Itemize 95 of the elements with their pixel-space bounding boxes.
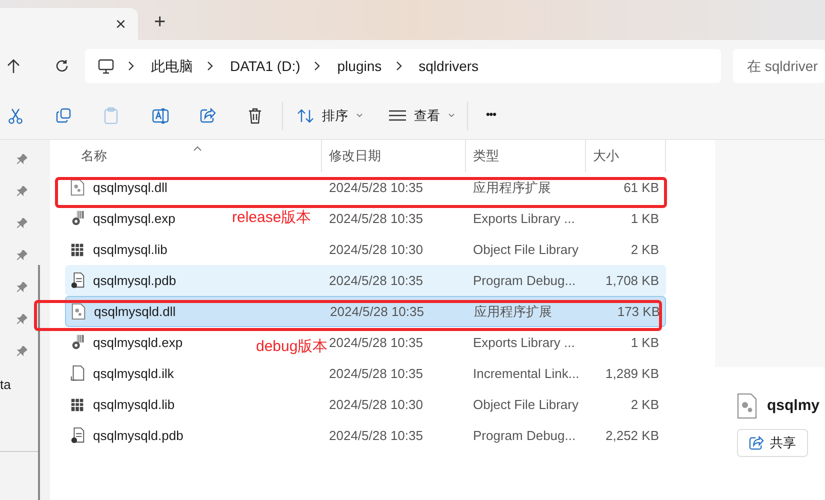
file-type: Exports Library ... bbox=[473, 334, 575, 350]
file-name: qsqlmysqld.pdb bbox=[93, 426, 184, 445]
modified-date: 2024/5/28 10:35 bbox=[329, 272, 423, 288]
chevron-icon bbox=[396, 61, 402, 71]
document-icon bbox=[70, 272, 85, 289]
file-name: qsqlmysql.dll bbox=[93, 178, 168, 197]
modified-date: 2024/5/28 10:35 bbox=[329, 366, 423, 381]
address-bar[interactable]: 此电脑 DATA1 (D:) plugins sqldrivers bbox=[85, 49, 721, 83]
view-button[interactable]: 查看 bbox=[389, 106, 455, 126]
file-type: Exports Library ... bbox=[473, 210, 575, 226]
gear-library-icon bbox=[70, 210, 85, 227]
pin-icon[interactable] bbox=[17, 282, 27, 292]
file-name: qsqlmysqld.exp bbox=[93, 334, 183, 352]
rename-icon[interactable] bbox=[152, 108, 169, 124]
column-header[interactable]: 类型 bbox=[473, 146, 499, 166]
modified-date: 2024/5/28 10:35 bbox=[330, 304, 424, 319]
file-gear-icon bbox=[71, 303, 86, 320]
file-size: 1 KB bbox=[630, 334, 659, 350]
pin-icon[interactable] bbox=[17, 346, 27, 356]
modified-date: 2024/5/28 10:35 bbox=[329, 210, 423, 226]
computer-icon bbox=[98, 58, 114, 74]
file-type: Program Debug... bbox=[473, 428, 576, 443]
file-gear-icon bbox=[737, 393, 757, 419]
file-size: 2 KB bbox=[630, 242, 659, 257]
pin-icon[interactable] bbox=[17, 250, 27, 260]
copy-icon[interactable] bbox=[56, 108, 71, 123]
close-button[interactable]: × bbox=[115, 15, 126, 33]
file-size: 1,708 KB bbox=[606, 272, 659, 288]
file-size: 61 KB bbox=[624, 180, 659, 195]
file-row[interactable]: qsqlmysqld.dll 2024/5/28 10:35 应用程序扩展 173 KB bbox=[65, 296, 666, 327]
pin-icon[interactable] bbox=[17, 186, 27, 196]
file-size: 1 KB bbox=[630, 210, 659, 226]
file-name: qsqlmysql.lib bbox=[93, 240, 168, 259]
modified-date: 2024/5/28 10:30 bbox=[329, 242, 423, 257]
up-arrow-icon[interactable] bbox=[7, 59, 20, 73]
file-name: qsqlmysql.exp bbox=[93, 210, 176, 228]
annotation-label: release版本 bbox=[232, 208, 312, 228]
sort-icon bbox=[297, 108, 314, 122]
new-tab-button[interactable]: + bbox=[154, 12, 166, 32]
modified-date: 2024/5/28 10:35 bbox=[329, 428, 423, 443]
file-type: Program Debug... bbox=[473, 272, 576, 288]
refresh-icon[interactable] bbox=[55, 59, 69, 73]
file-type: 应用程序扩展 bbox=[473, 180, 551, 195]
file-row[interactable]: qsqlmysql.pdb 2024/5/28 10:35 Program Debug... 1,708 KB bbox=[65, 265, 666, 296]
modified-date: 2024/5/28 10:35 bbox=[329, 334, 423, 350]
pin-icon[interactable] bbox=[17, 314, 27, 324]
search-field[interactable]: 在 sqldriver bbox=[733, 49, 825, 83]
file-size: 2,252 KB bbox=[606, 428, 659, 443]
column-header[interactable]: 修改日期 bbox=[329, 146, 381, 166]
breadcrumb-item[interactable]: DATA1 (D:) bbox=[230, 56, 300, 76]
file-name: qsqlmy bbox=[767, 396, 820, 416]
more-button[interactable]: ••• bbox=[486, 107, 496, 124]
file-type: Object File Library bbox=[473, 396, 578, 412]
scrollbar[interactable] bbox=[38, 265, 40, 500]
file-type: Object File Library bbox=[473, 242, 578, 257]
pin-icon[interactable] bbox=[17, 218, 27, 228]
share-icon[interactable] bbox=[200, 108, 216, 123]
breadcrumb-item[interactable]: 此电脑 bbox=[151, 56, 193, 76]
chevron-icon bbox=[128, 61, 134, 71]
file-size: 173 KB bbox=[617, 304, 660, 319]
sort-caret-icon bbox=[193, 146, 202, 151]
share-button[interactable]: 共享 bbox=[737, 429, 808, 457]
caret-icon bbox=[448, 113, 455, 118]
file-name: qsqlmysqld.ilk bbox=[93, 364, 174, 383]
file-name: qsqlmysqld.dll bbox=[94, 302, 176, 321]
file-name: qsqlmysqld.lib bbox=[93, 396, 175, 414]
file-type: 应用程序扩展 bbox=[474, 304, 552, 319]
browser-tab[interactable]: × bbox=[0, 8, 138, 40]
breadcrumb-item[interactable]: plugins bbox=[337, 56, 382, 76]
nav-item-label[interactable]: ta bbox=[0, 375, 11, 394]
list-icon bbox=[389, 110, 406, 121]
pin-icon[interactable] bbox=[17, 154, 27, 164]
file-size: 1,289 KB bbox=[606, 366, 659, 381]
books-icon bbox=[70, 241, 85, 258]
column-header[interactable]: 名称 bbox=[81, 146, 107, 166]
chevron-icon bbox=[207, 61, 213, 71]
file-type: Incremental Link... bbox=[473, 366, 580, 381]
delete-icon[interactable] bbox=[248, 108, 262, 124]
chevron-icon bbox=[314, 61, 320, 71]
annotation-label: debug版本 bbox=[256, 337, 328, 357]
books-icon bbox=[70, 396, 85, 413]
document-icon bbox=[70, 365, 85, 382]
breadcrumb-item[interactable]: sqldrivers bbox=[418, 56, 479, 76]
document-icon bbox=[70, 427, 85, 444]
gear-library-icon bbox=[70, 334, 85, 351]
file-size: 2 KB bbox=[630, 396, 659, 412]
modified-date: 2024/5/28 10:30 bbox=[329, 396, 423, 412]
caret-icon bbox=[356, 113, 363, 118]
sort-button[interactable]: 排序 bbox=[297, 106, 363, 126]
cut-icon[interactable] bbox=[8, 108, 23, 124]
column-header[interactable]: 大小 bbox=[593, 146, 619, 166]
file-name: qsqlmysql.pdb bbox=[93, 272, 176, 290]
share-icon bbox=[749, 436, 764, 450]
modified-date: 2024/5/28 10:35 bbox=[329, 180, 423, 195]
file-gear-icon bbox=[70, 179, 85, 196]
